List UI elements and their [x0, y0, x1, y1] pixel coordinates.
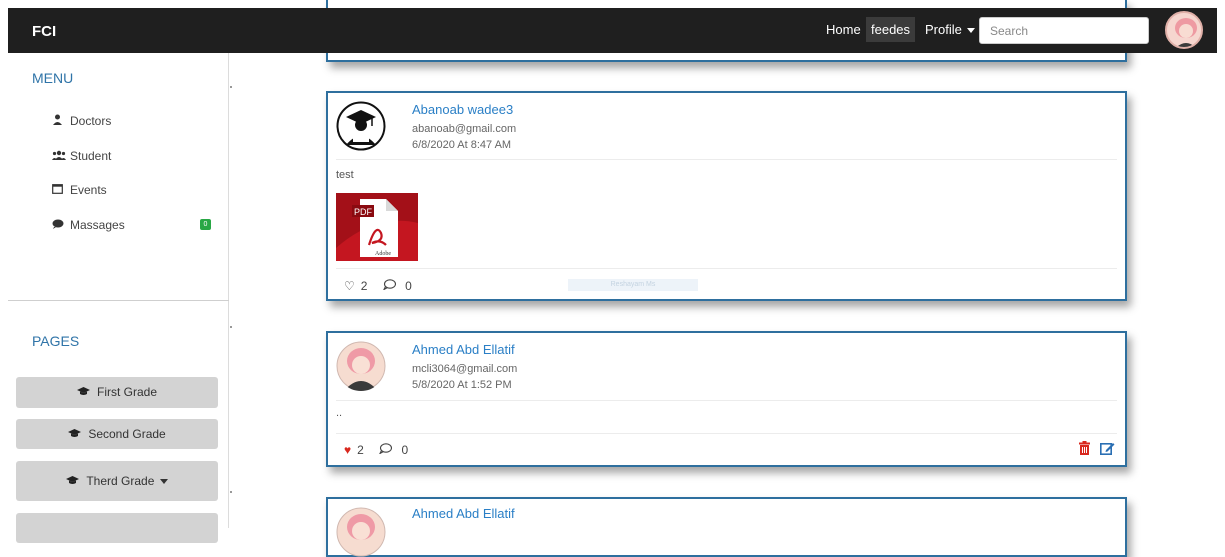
sidebar-item-label: Events — [70, 183, 107, 197]
users-icon — [52, 150, 66, 163]
therd-grade-label: Therd Grade — [86, 474, 155, 488]
comment-count: 0 — [401, 443, 409, 457]
massages-count-badge: 0 — [200, 219, 211, 230]
post-text: test — [336, 169, 354, 181]
menu-title: MENU — [32, 70, 74, 86]
anime-avatar-image — [336, 341, 386, 391]
nav-home-link[interactable]: Home — [826, 22, 861, 37]
user-avatar[interactable] — [1165, 11, 1203, 49]
therd-grade-dropdown[interactable]: Therd Grade — [16, 461, 218, 501]
post-date: 5/8/2020 At 1:52 PM — [412, 379, 512, 391]
second-grade-label: Second Grade — [88, 427, 166, 441]
anime-avatar-image — [336, 507, 386, 557]
first-grade-button[interactable]: First Grade — [16, 377, 218, 408]
calendar-icon — [52, 183, 66, 197]
faded-text: Reshayam Ms — [568, 279, 698, 291]
author-email: abanoab@gmail.com — [412, 123, 517, 135]
sidebar-divider — [8, 300, 229, 301]
comment-outline-icon — [382, 279, 399, 293]
post-date: 6/8/2020 At 8:47 AM — [412, 139, 512, 151]
author-name-link[interactable]: Ahmed Abd Ellatif — [412, 342, 515, 357]
sidebar-page-button[interactable] — [16, 513, 218, 543]
author-avatar[interactable] — [336, 341, 386, 391]
post-divider — [336, 159, 1117, 160]
author-email: mcli3064@gmail.com — [412, 363, 518, 375]
post-actions: ♥ 2 0 — [344, 443, 420, 457]
comment-button[interactable]: 0 — [378, 443, 414, 457]
comment-count: 0 — [405, 279, 412, 293]
pdf-file-icon: PDF Adobe — [336, 193, 418, 261]
pdf-label: PDF — [354, 207, 373, 217]
nav-profile-label: Profile — [925, 22, 962, 37]
search-input[interactable] — [979, 17, 1149, 44]
author-avatar[interactable] — [336, 101, 386, 151]
sidebar-item-doctors[interactable]: Doctors — [52, 114, 111, 128]
sidebar: MENU Doctors Student Events Massages 0 P… — [8, 53, 229, 543]
author-name-link[interactable]: Ahmed Abd Ellatif — [412, 506, 515, 521]
adobe-label: Adobe — [375, 251, 391, 257]
brand-logo[interactable]: FCI — [32, 23, 56, 40]
post-actions: ♡ 2 0 — [344, 279, 424, 293]
pages-title: PAGES — [32, 333, 80, 349]
author-name-link[interactable]: Abanoab wadee3 — [412, 102, 513, 117]
edit-icon[interactable] — [1100, 441, 1115, 458]
sidebar-item-label: Massages — [70, 218, 125, 232]
like-count: 2 — [357, 443, 364, 457]
sidebar-item-label: Doctors — [70, 114, 112, 128]
like-button[interactable]: ♡ 2 — [344, 279, 373, 293]
second-grade-button[interactable]: Second Grade — [16, 419, 218, 449]
sidebar-item-massages[interactable]: Massages — [52, 218, 125, 232]
graduate-avatar-icon — [336, 101, 386, 151]
trash-icon[interactable] — [1078, 441, 1091, 458]
graduation-cap-icon — [66, 476, 82, 488]
post-divider — [336, 433, 1117, 434]
like-count: 2 — [360, 279, 368, 293]
graduation-cap-icon — [76, 387, 93, 399]
post-divider — [336, 268, 1117, 269]
first-grade-label: First Grade — [97, 385, 158, 399]
navbar: FCI Home feedes Profile — [8, 8, 1217, 53]
like-button[interactable]: ♥ 2 — [344, 443, 370, 457]
post-card: Ahmed Abd Ellatif mcli3064@gmail.com 5/8… — [326, 331, 1127, 467]
comment-button[interactable]: 0 — [382, 279, 418, 293]
user-tie-icon — [52, 114, 66, 128]
comment-icon — [52, 219, 66, 232]
nav-profile-dropdown[interactable]: Profile — [925, 22, 976, 37]
sidebar-item-label: Student — [70, 149, 112, 163]
caret-down-icon — [159, 479, 168, 485]
post-card: Ahmed Abd Ellatif — [326, 497, 1127, 557]
avatar-image — [1167, 13, 1201, 47]
sidebar-item-events[interactable]: Events — [52, 183, 107, 197]
pdf-attachment[interactable]: PDF Adobe — [336, 193, 418, 261]
comment-outline-icon — [378, 443, 395, 457]
graduation-cap-icon — [68, 429, 84, 441]
caret-down-icon — [967, 28, 976, 34]
post-divider — [336, 400, 1117, 401]
separator-dot — [230, 86, 232, 88]
heart-outline-icon: ♡ — [344, 279, 355, 293]
separator-dot — [230, 491, 232, 493]
nav-feedes-link[interactable]: feedes — [866, 17, 916, 42]
heart-filled-icon: ♥ — [344, 443, 352, 457]
post-text: .. — [336, 407, 343, 419]
sidebar-item-student[interactable]: Student — [52, 149, 111, 163]
post-card: Abanoab wadee3 abanoab@gmail.com 6/8/202… — [326, 91, 1127, 301]
separator-dot — [230, 326, 232, 328]
author-avatar[interactable] — [336, 507, 386, 557]
